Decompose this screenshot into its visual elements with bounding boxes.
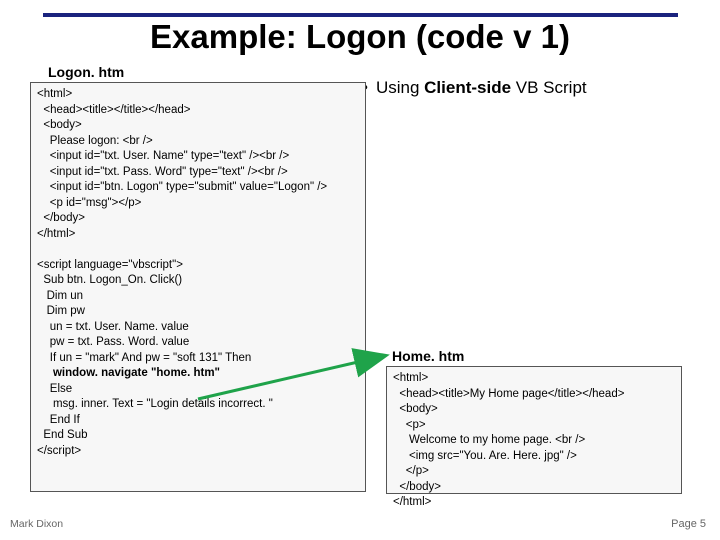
- home-code: <html> <head><title>My Home page</title>…: [393, 372, 624, 508]
- logon-filename-label: Logon. htm: [48, 64, 124, 80]
- logon-html-code: <html> <head><title></title></head> <bod…: [37, 88, 327, 240]
- footer-page: Page 5: [671, 518, 706, 530]
- script-endsub: End Sub: [37, 429, 88, 441]
- using-client-side-bullet: •Using Client-side VB Script: [362, 78, 587, 98]
- script-msg: msg. inner. Text = "Login details incorr…: [37, 398, 273, 410]
- script-dimpw: Dim pw: [37, 305, 85, 317]
- script-endif: End If: [37, 414, 80, 426]
- using-bold: Client-side: [424, 78, 511, 97]
- using-post: VB Script: [511, 78, 587, 97]
- script-navigate: window. navigate "home. htm": [37, 367, 220, 379]
- script-un: un = txt. User. Name. value: [37, 321, 189, 333]
- using-pre: Using: [376, 78, 424, 97]
- footer-author: Mark Dixon: [10, 518, 63, 530]
- home-filename-label: Home. htm: [392, 348, 464, 364]
- page-title: Example: Logon (code v 1): [0, 18, 720, 56]
- script-close2: ipt>: [62, 445, 81, 457]
- header-rule: [43, 13, 678, 17]
- home-code-box: <html> <head><title>My Home page</title>…: [386, 366, 682, 494]
- script-dimun: Dim un: [37, 290, 83, 302]
- logon-code-box: <html> <head><title></title></head> <bod…: [30, 82, 366, 492]
- script-open: <script language="vbscript">: [37, 259, 183, 271]
- script-close: </scr: [37, 445, 62, 457]
- script-if: If un = "mark" And pw = "soft 131" Then: [37, 352, 251, 364]
- script-else: Else: [37, 383, 72, 395]
- script-sub: Sub btn. Logon_On. Click(): [37, 274, 182, 286]
- script-pw: pw = txt. Pass. Word. value: [37, 336, 189, 348]
